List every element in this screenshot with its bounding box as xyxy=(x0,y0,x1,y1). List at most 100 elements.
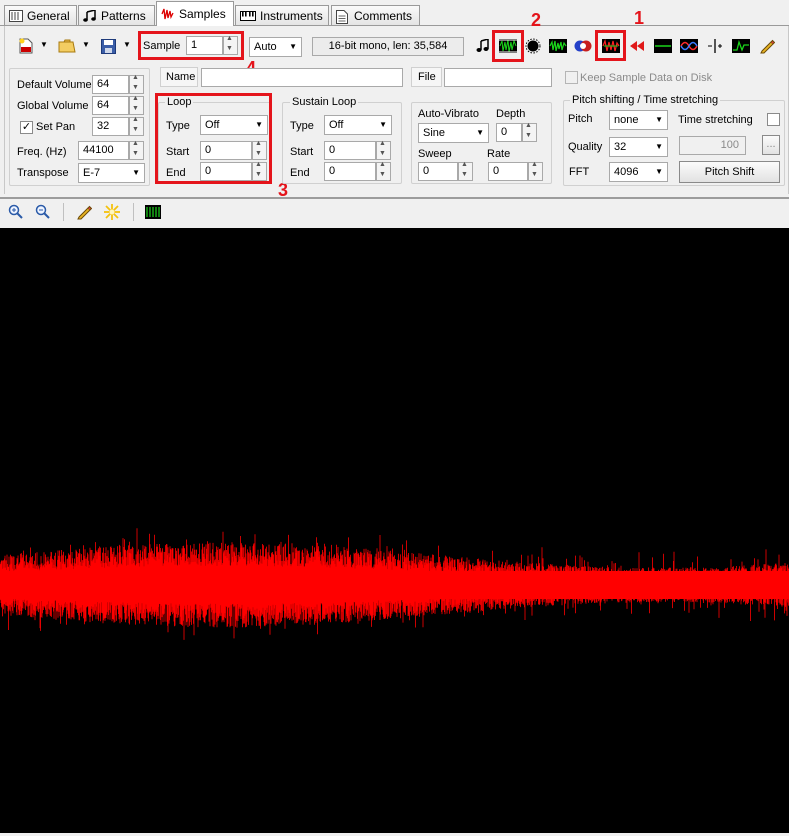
frequency-label: Freq. (Hz) xyxy=(17,146,67,158)
set-pan-checkbox[interactable]: ✓ xyxy=(20,121,33,134)
sustain-start-spinner[interactable] xyxy=(376,140,391,160)
vibrato-rate-input[interactable]: 0 xyxy=(488,162,528,181)
open-folder-icon[interactable] xyxy=(57,37,77,55)
pitch-select[interactable]: none ▼ xyxy=(609,110,668,130)
waveform-icon xyxy=(161,8,175,20)
play-note-icon[interactable] xyxy=(473,37,493,55)
tab-general-label: General xyxy=(27,8,70,23)
tab-general[interactable]: General xyxy=(4,5,77,25)
vibrato-depth-label: Depth xyxy=(496,108,526,120)
stereo-separation-icon[interactable] xyxy=(573,37,593,55)
pitch-shift-button[interactable]: Pitch Shift xyxy=(679,161,780,183)
vibrato-sweep-spinner[interactable] xyxy=(458,161,473,181)
vibrato-sweep-input[interactable]: 0 xyxy=(418,162,458,181)
zoom-in-icon[interactable] xyxy=(6,203,26,221)
default-volume-input[interactable]: 64 xyxy=(92,75,129,94)
tab-comments-label: Comments xyxy=(354,8,413,23)
tab-comments[interactable]: Comments xyxy=(331,5,420,25)
name-input[interactable] xyxy=(201,68,403,87)
insert-silence-icon[interactable] xyxy=(705,37,725,55)
sparkle-tool-icon[interactable] xyxy=(102,203,122,221)
vibrato-depth-input[interactable]: 0 xyxy=(496,123,522,142)
zoom-out-icon[interactable] xyxy=(33,203,53,221)
vibrato-sweep-label: Sweep xyxy=(418,148,452,160)
tab-samples-label: Samples xyxy=(179,7,226,21)
fft-select[interactable]: 4096 ▼ xyxy=(609,162,668,182)
tab-patterns[interactable]: Patterns xyxy=(78,5,155,25)
name-label: Name xyxy=(160,67,198,87)
fft-label: FFT xyxy=(569,166,590,178)
vibrato-depth-spinner[interactable] xyxy=(522,122,537,142)
toolbar-separator-2 xyxy=(133,203,134,221)
new-sample-icon[interactable] xyxy=(16,37,36,55)
draw-pencil-icon[interactable] xyxy=(757,37,777,55)
save-icon[interactable] xyxy=(98,37,118,55)
annotation-number-2: 2 xyxy=(531,10,542,30)
quality-select[interactable]: 32 ▼ xyxy=(609,137,668,157)
sustain-end-label: End xyxy=(290,167,310,179)
time-stretching-label: Time stretching xyxy=(678,114,753,126)
sustain-start-input[interactable]: 0 xyxy=(324,141,376,160)
transpose-value: E-7 xyxy=(83,167,101,179)
quality-label: Quality xyxy=(568,141,603,153)
set-pan-spinner[interactable] xyxy=(129,116,144,136)
sustain-end-input[interactable]: 0 xyxy=(324,162,376,181)
new-dropdown-icon[interactable]: ▼ xyxy=(40,40,48,49)
amplify-icon[interactable] xyxy=(523,37,543,55)
pitch-value: none xyxy=(614,114,639,126)
pitch-label: Pitch xyxy=(568,113,593,125)
vibrato-rate-spinner[interactable] xyxy=(528,161,543,181)
tab-instruments[interactable]: Instruments xyxy=(235,5,329,25)
annotation-box-1 xyxy=(595,30,626,61)
tab-samples[interactable]: Samples xyxy=(156,1,234,26)
open-dropdown-icon[interactable]: ▼ xyxy=(82,40,90,49)
keep-on-disk-checkbox[interactable] xyxy=(565,71,578,84)
pencil-tool-icon[interactable] xyxy=(74,203,94,221)
annotation-box-2 xyxy=(492,30,524,62)
sustain-start-label: Start xyxy=(290,146,314,158)
file-label: File xyxy=(411,67,442,87)
silence-icon[interactable] xyxy=(653,37,673,55)
invert-icon[interactable] xyxy=(679,37,699,55)
piano-icon xyxy=(240,10,256,22)
file-input[interactable] xyxy=(444,68,552,87)
auto-select-value: Auto xyxy=(254,41,277,53)
waveform-graphic xyxy=(0,528,789,640)
default-volume-label: Default Volume xyxy=(17,79,92,91)
sustain-end-spinner[interactable] xyxy=(376,161,391,181)
stretch-browse-button[interactable]: ... xyxy=(762,135,780,155)
global-volume-input[interactable]: 64 xyxy=(92,96,129,115)
frequency-input[interactable]: 44100 xyxy=(78,141,129,160)
frequency-spinner[interactable] xyxy=(129,140,144,160)
transpose-select[interactable]: E-7 ▼ xyxy=(78,163,145,183)
dc-offset-icon[interactable] xyxy=(548,37,568,55)
stretch-ratio-input[interactable]: 100 xyxy=(679,136,746,155)
note-icon xyxy=(83,8,97,22)
toolbar-separator xyxy=(63,203,64,221)
annotation-number-1: 1 xyxy=(634,8,645,28)
set-pan-label: Set Pan xyxy=(36,121,76,133)
quality-value: 32 xyxy=(614,141,627,153)
time-stretching-checkbox[interactable] xyxy=(767,113,780,126)
global-volume-label: Global Volume xyxy=(17,100,89,112)
sample-generator-icon[interactable] xyxy=(731,37,751,55)
vibrato-type-select[interactable]: Sine ▼ xyxy=(418,123,489,143)
waveform-view[interactable] xyxy=(0,228,789,833)
waveform-core xyxy=(0,571,789,599)
annotation-box-3 xyxy=(155,93,272,184)
vibrato-rate-label: Rate xyxy=(487,148,511,160)
keyboard-map-icon[interactable] xyxy=(143,203,163,221)
auto-select[interactable]: Auto ▼ xyxy=(249,37,302,57)
global-volume-spinner[interactable] xyxy=(129,95,144,115)
sustain-type-select[interactable]: Off ▼ xyxy=(324,115,392,135)
sample-info-display: 16-bit mono, len: 35,584 xyxy=(312,37,464,56)
default-volume-spinner[interactable] xyxy=(129,74,144,94)
set-pan-input[interactable]: 32 xyxy=(92,117,129,136)
pitch-shift-title: Pitch shifting / Time stretching xyxy=(570,94,721,106)
sustain-type-label: Type xyxy=(290,120,314,132)
reverse-icon[interactable] xyxy=(627,37,647,55)
tab-instruments-label: Instruments xyxy=(260,8,323,23)
vibrato-type-value: Sine xyxy=(423,127,446,139)
transpose-label: Transpose xyxy=(17,167,69,179)
save-dropdown-icon[interactable]: ▼ xyxy=(123,40,131,49)
